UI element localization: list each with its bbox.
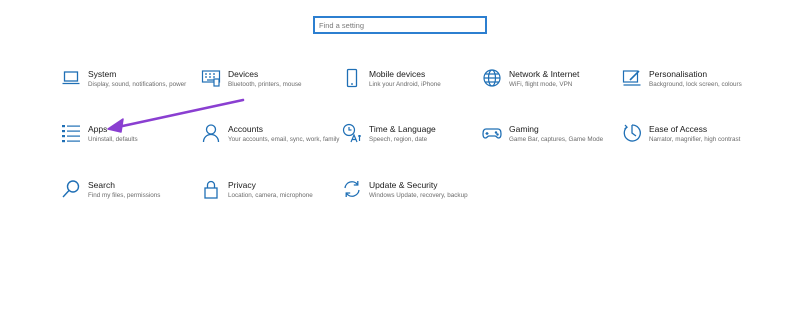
globe-icon	[482, 68, 502, 88]
refresh-icon	[342, 179, 362, 199]
tile-description: Location, camera, microphone	[228, 192, 313, 199]
search-placeholder: Find a setting	[319, 20, 365, 30]
tile-description: Display, sound, notifications, power	[88, 81, 187, 88]
tile-time-language[interactable]: Time & Language Speech, region, date	[342, 123, 482, 167]
tile-description: Windows Update, recovery, backup	[369, 192, 468, 199]
tile-title: Apps	[88, 124, 108, 134]
tile-title: Personalisation	[649, 69, 708, 79]
tile-title: Privacy	[228, 180, 256, 190]
tile-title: Devices	[228, 69, 259, 79]
tile-title: System	[88, 69, 117, 79]
search-icon	[61, 179, 81, 199]
settings-search-box[interactable]: Find a setting	[313, 16, 487, 34]
tile-apps[interactable]: Apps Uninstall, defaults	[61, 123, 201, 167]
apps-list-icon	[61, 123, 81, 143]
tile-title: Mobile devices	[369, 69, 426, 79]
tile-description: Uninstall, defaults	[88, 136, 138, 143]
tile-title: Time & Language	[369, 124, 436, 134]
tile-system[interactable]: System Display, sound, notifications, po…	[61, 68, 201, 112]
tile-title: Update & Security	[369, 180, 438, 190]
tile-title: Ease of Access	[649, 124, 708, 134]
tile-devices[interactable]: Devices Bluetooth, printers, mouse	[201, 68, 341, 112]
tile-gaming[interactable]: Gaming Game Bar, captures, Game Mode	[482, 123, 622, 167]
tile-personalisation[interactable]: Personalisation Background, lock screen,…	[622, 68, 762, 112]
tile-description: Bluetooth, printers, mouse	[228, 81, 302, 88]
gamepad-icon	[482, 123, 502, 143]
tile-title: Network & Internet	[509, 69, 580, 79]
tile-ease-of-access[interactable]: Ease of Access Narrator, magnifier, high…	[622, 123, 762, 167]
tile-title: Gaming	[509, 124, 539, 134]
time-language-icon	[342, 123, 362, 143]
tile-search[interactable]: Search Find my files, permissions	[61, 179, 201, 223]
person-icon	[201, 123, 221, 143]
tile-description: Narrator, magnifier, high contrast	[649, 136, 741, 143]
ease-of-access-icon	[622, 123, 642, 143]
tile-description: Game Bar, captures, Game Mode	[509, 136, 604, 143]
tile-network-internet[interactable]: Network & Internet WiFi, flight mode, VP…	[482, 68, 622, 112]
tile-update-security[interactable]: Update & Security Windows Update, recove…	[342, 179, 482, 223]
tile-description: Link your Android, iPhone	[369, 81, 441, 88]
tile-mobile-devices[interactable]: Mobile devices Link your Android, iPhone	[342, 68, 482, 112]
tile-description: WiFi, flight mode, VPN	[509, 81, 573, 88]
tile-description: Your accounts, email, sync, work, family	[228, 136, 340, 143]
tile-title: Accounts	[228, 124, 263, 134]
laptop-icon	[61, 68, 81, 88]
lock-icon	[201, 179, 221, 199]
phone-icon	[342, 68, 362, 88]
tile-description: Speech, region, date	[369, 136, 428, 143]
tile-description: Find my files, permissions	[88, 192, 161, 199]
tile-title: Search	[88, 180, 115, 190]
paint-icon	[622, 68, 642, 88]
tile-accounts[interactable]: Accounts Your accounts, email, sync, wor…	[201, 123, 341, 167]
keyboard-icon	[201, 68, 221, 88]
tile-description: Background, lock screen, colours	[649, 81, 742, 88]
tile-privacy[interactable]: Privacy Location, camera, microphone	[201, 179, 341, 223]
